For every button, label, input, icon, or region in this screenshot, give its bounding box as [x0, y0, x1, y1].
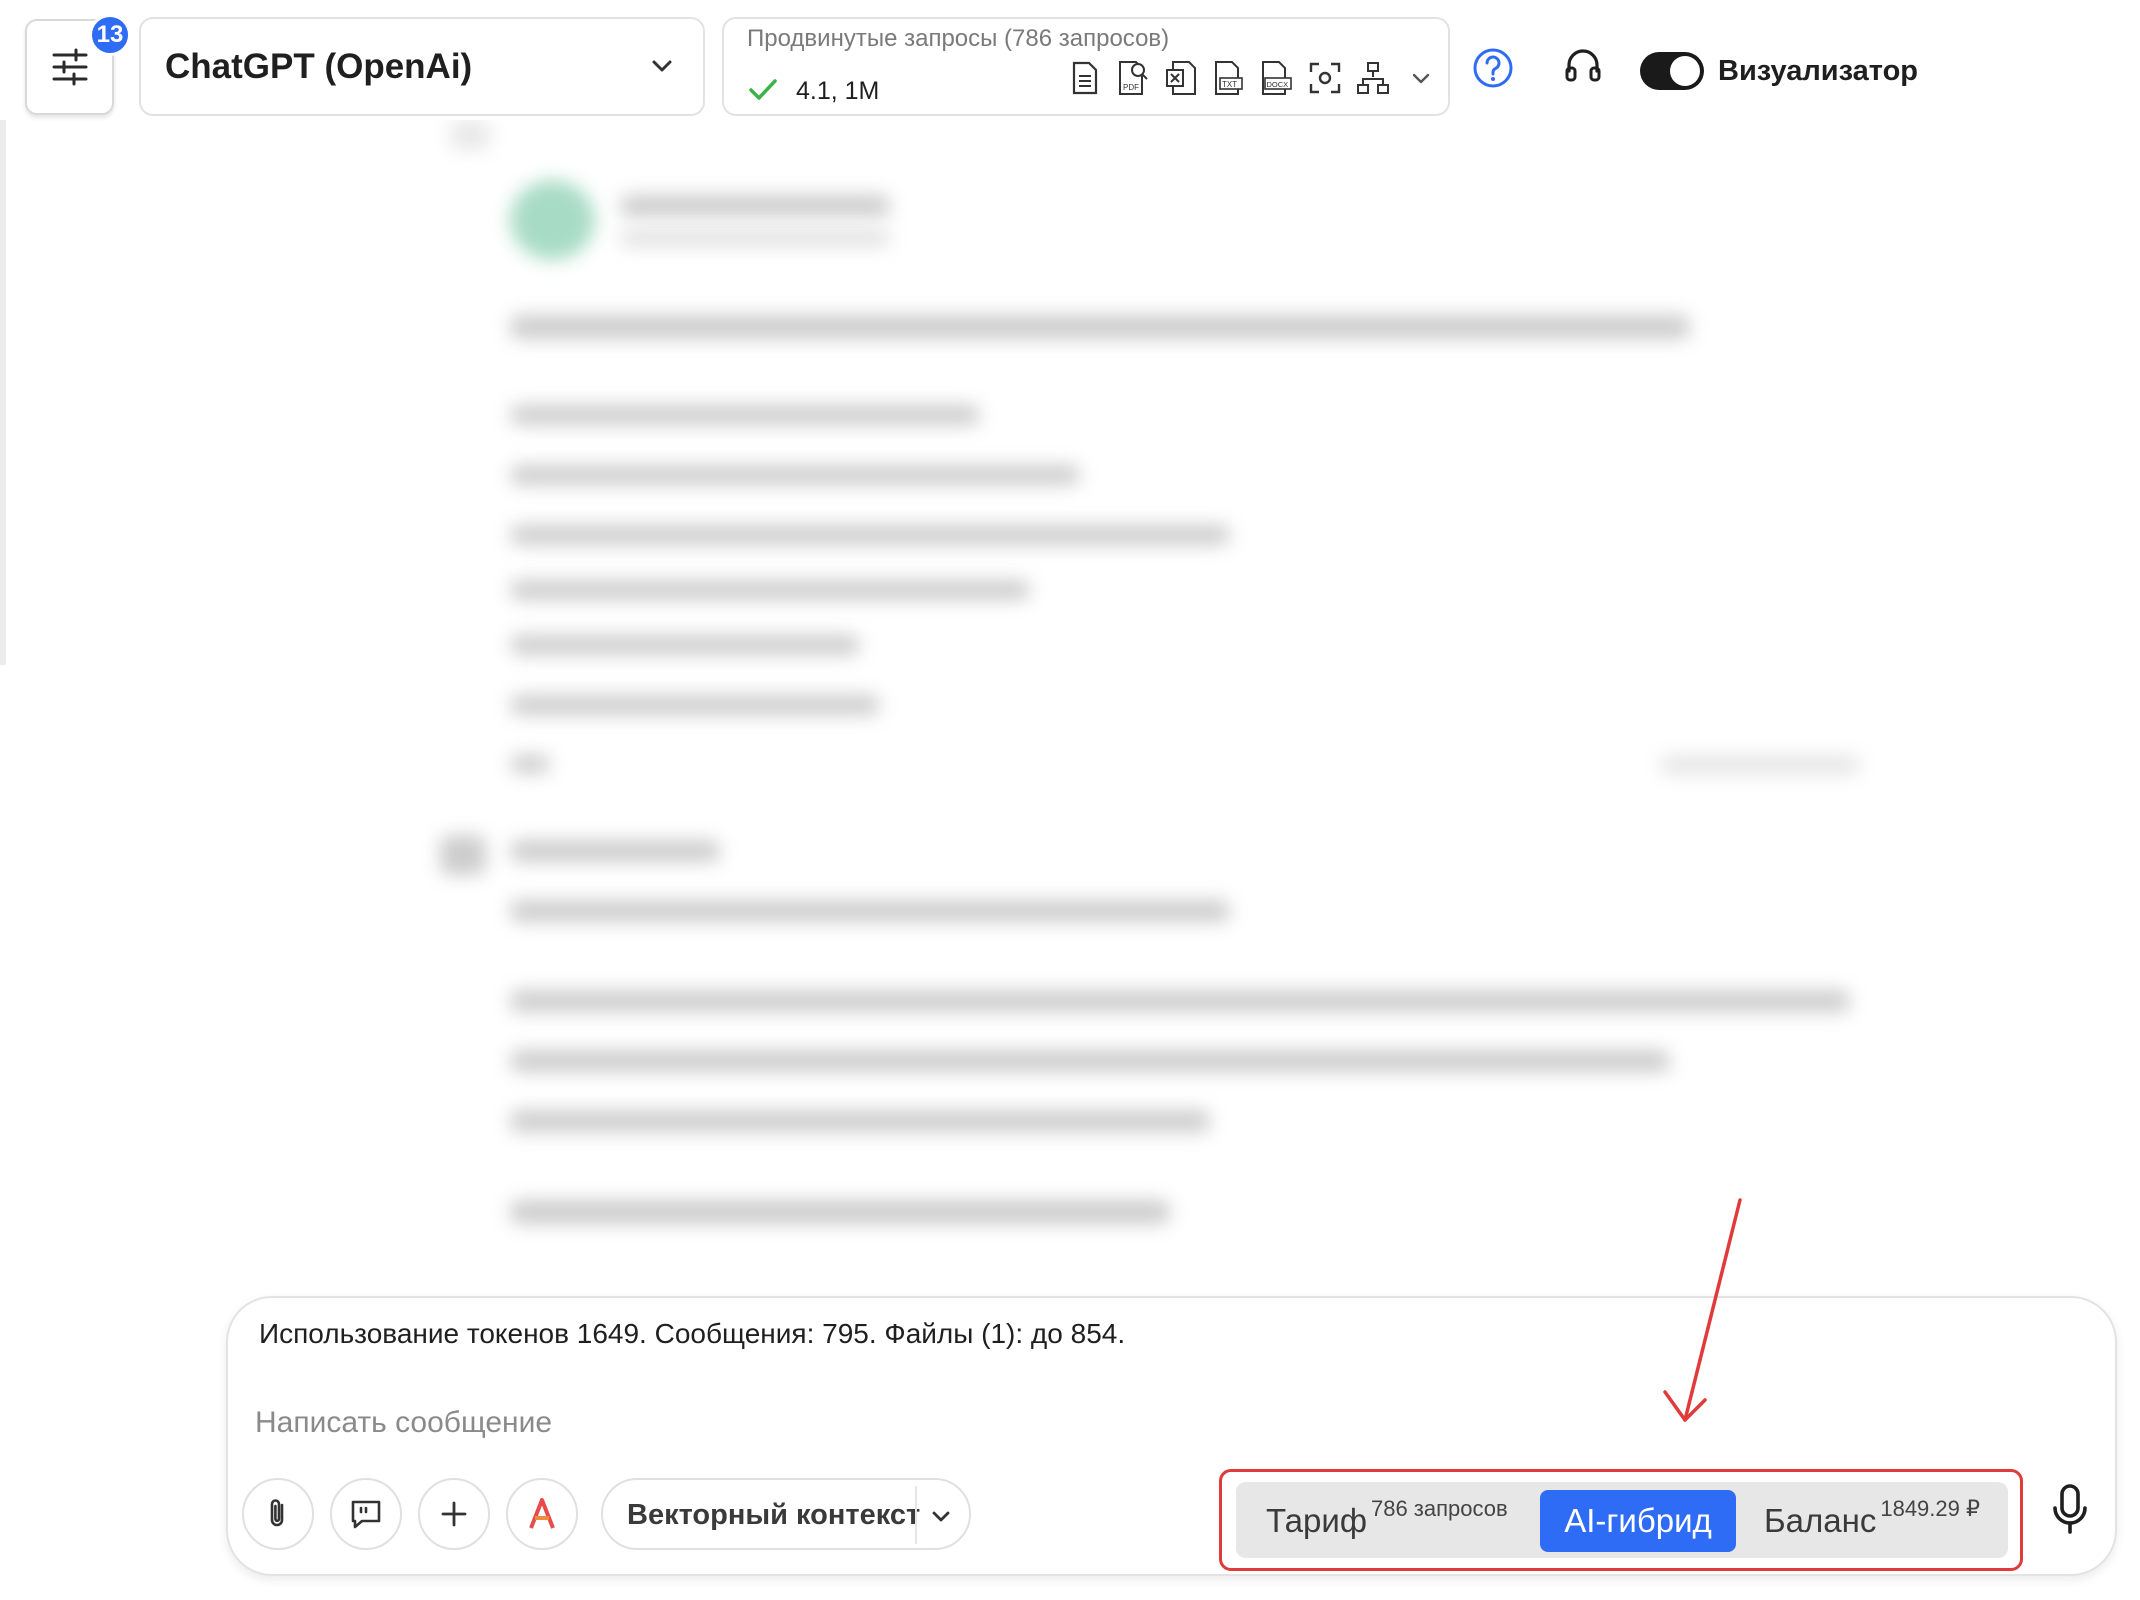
model-version: 4.1, 1M [796, 77, 880, 105]
blurred-text [510, 755, 550, 773]
blurred-text [620, 230, 890, 246]
add-button[interactable] [418, 1478, 490, 1550]
txt-file-icon[interactable]: TXT [1212, 59, 1246, 97]
sidebar-edge [0, 120, 6, 665]
sliders-icon [52, 48, 87, 86]
headset-icon[interactable] [1561, 45, 1605, 89]
voice-input-button[interactable] [2050, 1482, 2090, 1543]
blurred-text [510, 315, 1690, 339]
divider [915, 1486, 917, 1544]
screenshot-icon[interactable] [1308, 59, 1342, 97]
model-select[interactable]: ChatGPT (OpenAi) [139, 17, 705, 116]
blurred-text [1660, 755, 1860, 775]
blurred-text [510, 525, 1230, 545]
mode-balance-amount: 1849.29 ₽ [1880, 1496, 1980, 1521]
billing-mode-switch: Тариф 786 запросов AI-гибрид Баланс 1849.2… [1236, 1482, 2008, 1558]
mode-tariff-count: 786 запросов [1370, 1496, 1508, 1521]
letter-a-icon [529, 1498, 555, 1529]
blurred-text [510, 695, 880, 715]
blurred-text [510, 840, 720, 862]
message-input[interactable] [255, 1398, 1755, 1448]
excel-icon[interactable] [1164, 59, 1198, 97]
quote-prompt-button[interactable] [330, 1478, 402, 1550]
settings-badge: 13 [89, 14, 131, 56]
svg-text:TXT: TXT [1222, 80, 1237, 89]
svg-text:DOCX: DOCX [1267, 80, 1289, 89]
mode-highlight-frame: Тариф 786 запросов AI-гибрид Баланс 1849.2… [1219, 1469, 2023, 1571]
blurred-avatar [510, 180, 595, 260]
chat-quote-icon [351, 1500, 381, 1529]
mode-ai-hybrid[interactable]: AI-гибрид [1540, 1490, 1736, 1552]
top-bar: 13 ChatGPT (OpenAi) Продвинутые запросы … [0, 0, 2140, 130]
advanced-requests-panel[interactable]: Продвинутые запросы (786 запросов) 4.1, … [722, 17, 1450, 116]
blurred-text [510, 900, 1230, 922]
blurred-text [510, 990, 1850, 1012]
message-composer: Использование токенов 1649. Сообщения: 7… [226, 1296, 2117, 1576]
token-usage-info: Использование токенов 1649. Сообщения: 7… [259, 1318, 1126, 1349]
mode-hybrid-label: AI-гибрид [1564, 1502, 1712, 1539]
blurred-text [510, 580, 1030, 600]
attach-button[interactable] [242, 1478, 314, 1550]
mode-tariff[interactable]: Тариф 786 запросов [1266, 1490, 1508, 1552]
blurred-text [510, 465, 1080, 485]
chevron-down-icon[interactable] [929, 1504, 953, 1528]
text-style-button[interactable] [506, 1478, 578, 1550]
mode-balance[interactable]: Баланс 1849.29 ₽ [1764, 1490, 1980, 1552]
blurred-text [510, 635, 860, 655]
chevron-down-icon[interactable] [1404, 59, 1438, 97]
check-icon [749, 79, 777, 100]
chevron-down-icon [652, 60, 672, 72]
chat-history-blurred [0, 120, 2140, 1280]
document-icon[interactable] [1068, 59, 1102, 97]
vector-context-label: Векторный контекст [627, 1499, 921, 1531]
mode-balance-label: Баланс [1764, 1502, 1877, 1539]
blurred-text [620, 195, 890, 217]
paperclip-icon [270, 1499, 284, 1527]
blurred-text [510, 1200, 1170, 1224]
blurred-text [510, 1110, 1210, 1132]
pdf-search-icon[interactable]: PDF [1116, 59, 1150, 97]
blurred-text [510, 405, 980, 425]
visualizer-toggle[interactable] [1640, 52, 1704, 90]
blurred-avatar [440, 835, 486, 875]
sitemap-icon[interactable] [1356, 59, 1390, 97]
docx-file-icon[interactable]: DOCX [1260, 59, 1294, 97]
toggle-knob [1670, 56, 1700, 86]
plus-icon [441, 1501, 467, 1527]
visualizer-label: Визуализатор [1718, 55, 1918, 87]
vector-context-select[interactable]: Векторный контекст [601, 1478, 971, 1550]
model-name: ChatGPT (OpenAi) [165, 46, 473, 86]
svg-text:PDF: PDF [1123, 83, 1139, 92]
blurred-text [510, 1050, 1670, 1072]
blurred-avatar [450, 120, 490, 150]
mode-tariff-label: Тариф [1266, 1502, 1367, 1539]
microphone-icon [2053, 1484, 2087, 1534]
feature-icons: PDF TXT DOCX [1068, 59, 1438, 97]
advanced-requests-title: Продвинутые запросы (786 запросов) [747, 25, 1170, 52]
help-icon[interactable] [1472, 47, 1514, 89]
